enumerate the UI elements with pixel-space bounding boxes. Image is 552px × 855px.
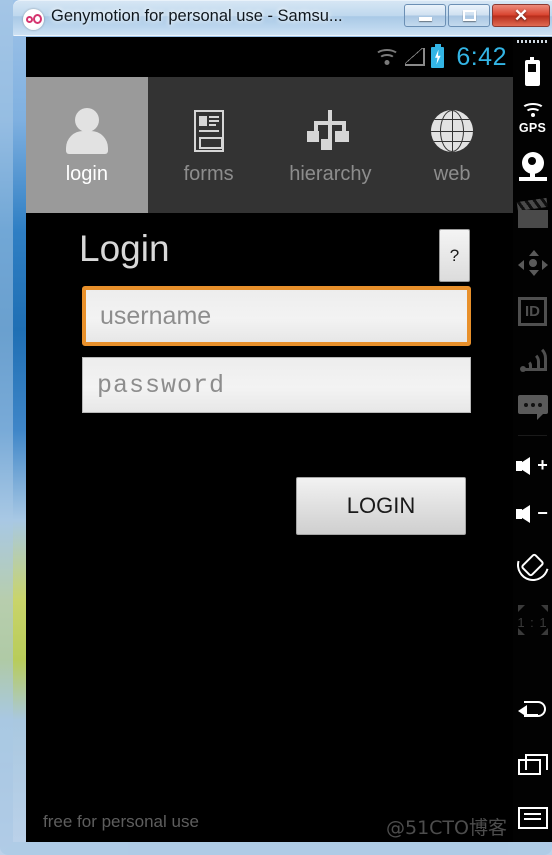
maximize-button[interactable] bbox=[448, 4, 490, 27]
camera-widget-button[interactable] bbox=[513, 143, 552, 191]
tab-bar: login forms hierarchy web bbox=[26, 77, 513, 213]
back-button[interactable] bbox=[513, 687, 552, 737]
cell-signal-icon bbox=[405, 48, 426, 66]
rotate-button[interactable] bbox=[510, 539, 552, 591]
hierarchy-icon bbox=[307, 105, 353, 157]
help-button[interactable]: ? bbox=[439, 229, 470, 282]
identifiers-widget-button[interactable]: ID bbox=[513, 287, 552, 335]
watermark: @51CTO博客 bbox=[385, 817, 507, 839]
battery-widget-button[interactable] bbox=[513, 51, 552, 95]
password-input[interactable]: password bbox=[82, 357, 471, 413]
android-status-bar: 6:42 bbox=[26, 37, 513, 77]
username-input[interactable]: username bbox=[82, 286, 471, 346]
maximize-icon bbox=[449, 5, 489, 26]
tab-web[interactable]: web bbox=[391, 77, 513, 213]
close-icon: ✕ bbox=[513, 5, 529, 25]
screencast-widget-button[interactable] bbox=[513, 191, 552, 239]
gps-icon: GPS bbox=[516, 103, 550, 135]
close-button[interactable]: ✕ bbox=[492, 4, 550, 27]
dpad-icon bbox=[517, 250, 548, 276]
battery-icon bbox=[525, 57, 540, 86]
camera-icon bbox=[517, 152, 549, 182]
volume-up-icon: + bbox=[515, 454, 550, 478]
battery-charging-icon bbox=[431, 43, 445, 68]
globe-icon bbox=[431, 105, 474, 157]
gps-widget-button[interactable]: GPS bbox=[513, 95, 552, 143]
network-widget-button[interactable] bbox=[513, 335, 552, 383]
status-bar-icons: 6:42 bbox=[374, 37, 507, 77]
status-bar-clock: 6:42 bbox=[456, 42, 507, 71]
tab-login[interactable]: login bbox=[26, 77, 148, 213]
menu-icon bbox=[517, 807, 548, 829]
forms-icon bbox=[193, 105, 224, 157]
free-for-personal-use-label: free for personal use bbox=[43, 812, 199, 831]
id-icon: ID bbox=[518, 296, 547, 326]
genymotion-toolbar: GPS ID + − 1: 1 bbox=[510, 37, 552, 842]
rotate-icon bbox=[510, 543, 552, 587]
back-arrow-icon bbox=[517, 701, 548, 723]
recents-icon bbox=[517, 754, 548, 776]
genymotion-window: Genymotion for personal use - Samsu... ✕… bbox=[0, 0, 552, 855]
window-titlebar[interactable]: Genymotion for personal use - Samsu... ✕ bbox=[13, 0, 552, 36]
tab-hierarchy-label: hierarchy bbox=[289, 162, 372, 185]
scale-one-to-one-button[interactable]: 1 : 1 bbox=[513, 595, 552, 645]
tab-hierarchy[interactable]: hierarchy bbox=[270, 77, 392, 213]
login-button[interactable]: LOGIN bbox=[296, 477, 466, 535]
network-signal-icon bbox=[519, 345, 547, 373]
volume-down-button[interactable]: − bbox=[513, 490, 552, 538]
window-title: Genymotion for personal use - Samsu... bbox=[51, 7, 343, 25]
volume-up-button[interactable]: + bbox=[513, 442, 552, 490]
volume-down-icon: − bbox=[515, 502, 550, 526]
gps-label: GPS bbox=[518, 121, 547, 135]
minimize-button[interactable] bbox=[404, 4, 446, 27]
clapperboard-icon bbox=[516, 197, 548, 228]
scale-label: 1 : 1 bbox=[517, 615, 548, 630]
person-icon bbox=[65, 105, 108, 157]
tab-login-label: login bbox=[65, 162, 108, 185]
toolbar-drag-handle[interactable] bbox=[517, 40, 548, 43]
scale-icon: 1 : 1 bbox=[517, 605, 549, 635]
chat-bubble-icon bbox=[517, 395, 548, 420]
sms-widget-button[interactable] bbox=[513, 383, 552, 431]
menu-button[interactable] bbox=[513, 793, 552, 842]
toolbar-divider bbox=[518, 435, 547, 436]
android-device-screen: 6:42 login forms hierarchy web Login fre… bbox=[26, 37, 552, 842]
wifi-icon bbox=[374, 48, 400, 67]
dpad-widget-button[interactable] bbox=[513, 239, 552, 287]
minimize-icon bbox=[405, 5, 445, 26]
tab-forms[interactable]: forms bbox=[148, 77, 270, 213]
tab-web-label: web bbox=[433, 162, 471, 185]
recents-button[interactable] bbox=[513, 740, 552, 790]
page-title: Login bbox=[79, 228, 170, 269]
genymotion-logo-icon bbox=[23, 9, 44, 30]
tab-forms-label: forms bbox=[183, 162, 234, 185]
